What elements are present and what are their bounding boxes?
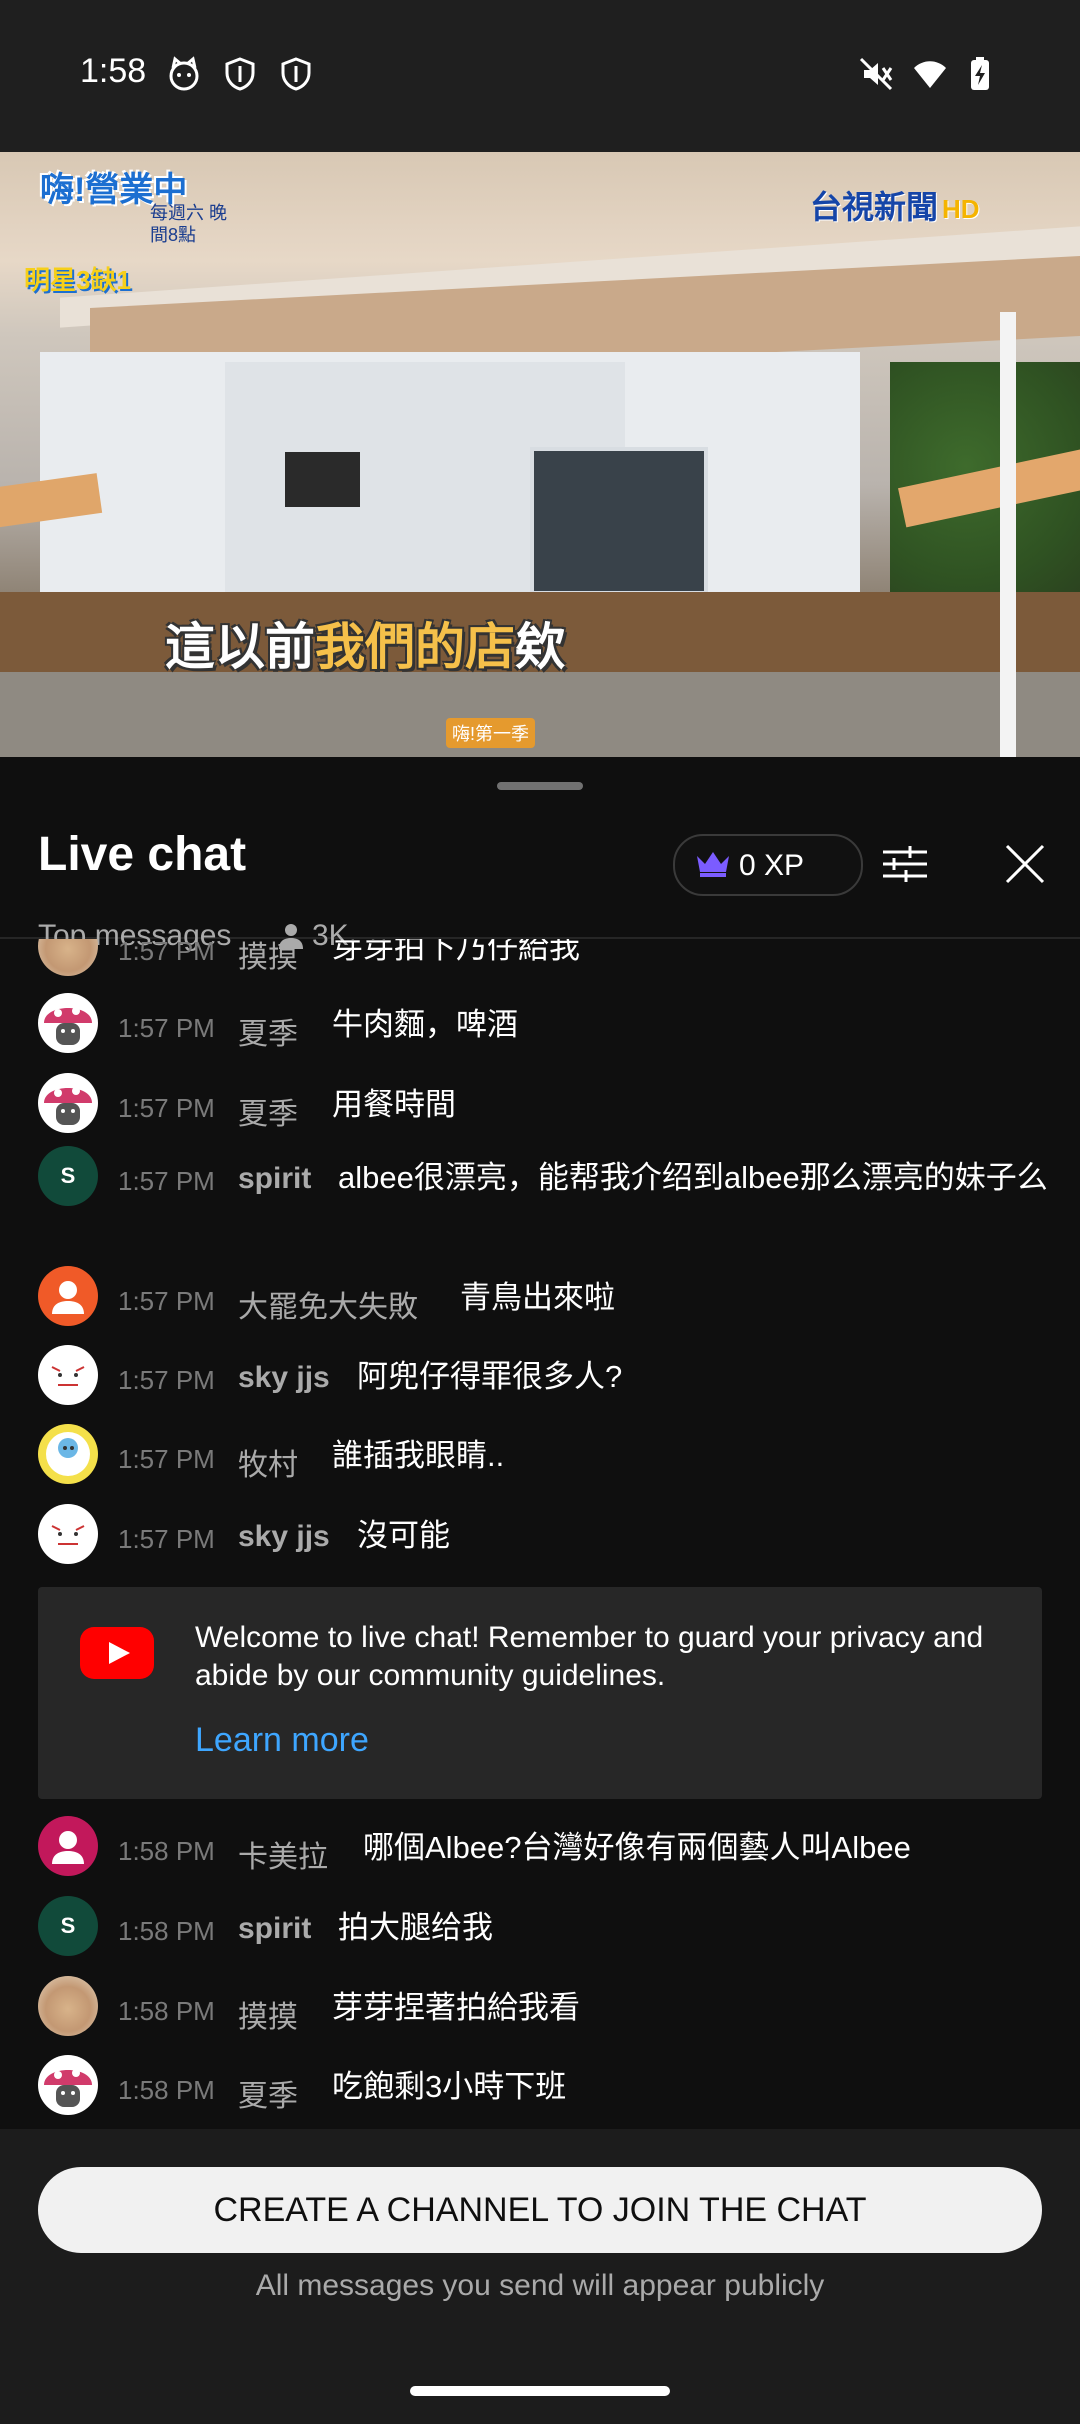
footer-note: All messages you send will appear public… (255, 2269, 825, 2302)
chat-header: Live chat Top messages 3K 0 XP (0, 797, 1080, 952)
chat-footer: CREATE A CHANNEL TO JOIN THE CHAT All me… (0, 2129, 1080, 2424)
show-logo: 嗨!營業中 每週六 晚間8點 明星3缺1 (24, 171, 228, 295)
mushroom-avatar (38, 1073, 98, 1133)
drag-handle[interactable] (497, 782, 583, 790)
avatar: S (38, 1896, 98, 1956)
station-logo: 台視新聞 HD (810, 189, 980, 225)
status-bar: 1:58 (0, 0, 1080, 152)
cat-notification-icon (169, 56, 199, 91)
close-icon[interactable] (1000, 839, 1050, 889)
doodle-avatar (38, 1504, 98, 1564)
mushroom-avatar (38, 2055, 98, 2115)
wifi-icon (914, 61, 946, 88)
xp-badge[interactable]: 0 XP (673, 834, 863, 896)
chat-title: Live chat (38, 828, 247, 881)
pet-photo-avatar (38, 939, 98, 976)
welcome-text: Welcome to live chat! Remember to guard … (195, 1621, 984, 1692)
youtube-logo-icon (80, 1627, 154, 1679)
avatar: S (38, 1146, 98, 1206)
shield-icon (281, 57, 311, 91)
doodle-avatar (38, 1345, 98, 1405)
default-user-avatar (38, 1266, 98, 1326)
chat-messages-bottom[interactable]: 1:58 PM 卡美拉 哪個Albee?台灣好像有兩個藝人叫Albee S 1:… (0, 1809, 1080, 2129)
battery-charging-icon (971, 57, 989, 90)
shield-icon (225, 57, 255, 91)
welcome-banner: Welcome to live chat! Remember to guard … (38, 1587, 1042, 1799)
video-player[interactable]: 嗨!營業中 每週六 晚間8點 明星3缺1 台視新聞 HD 嗨!第一季 這以前我們的… (0, 152, 1080, 757)
chat-messages-top[interactable]: 1:57 PM 摸摸 芽芽拍下乃仔給我 1:57 PM 夏季 牛肉麵，啤酒 1:… (0, 939, 1080, 1579)
subtitle-tag: 嗨!第一季 (446, 718, 536, 748)
status-time: 1:58 (80, 52, 147, 90)
filter-settings-icon[interactable] (880, 839, 930, 889)
mushroom-avatar (38, 993, 98, 1053)
create-channel-button[interactable]: CREATE A CHANNEL TO JOIN THE CHAT (38, 2167, 1042, 2253)
gesture-nav-pill[interactable] (410, 2386, 670, 2396)
crown-icon (697, 852, 729, 877)
default-user-avatar (38, 1816, 98, 1876)
vibrate-off-icon (859, 57, 893, 91)
learn-more-link[interactable]: Learn more (195, 1721, 369, 1760)
cartoon-avatar (38, 1424, 98, 1484)
pet-photo-avatar (38, 1976, 98, 2036)
video-subtitle: 這以前我們的店欸 (165, 619, 565, 675)
live-chat-panel: Live chat Top messages 3K 0 XP 1:57 PM 摸… (0, 757, 1080, 2424)
